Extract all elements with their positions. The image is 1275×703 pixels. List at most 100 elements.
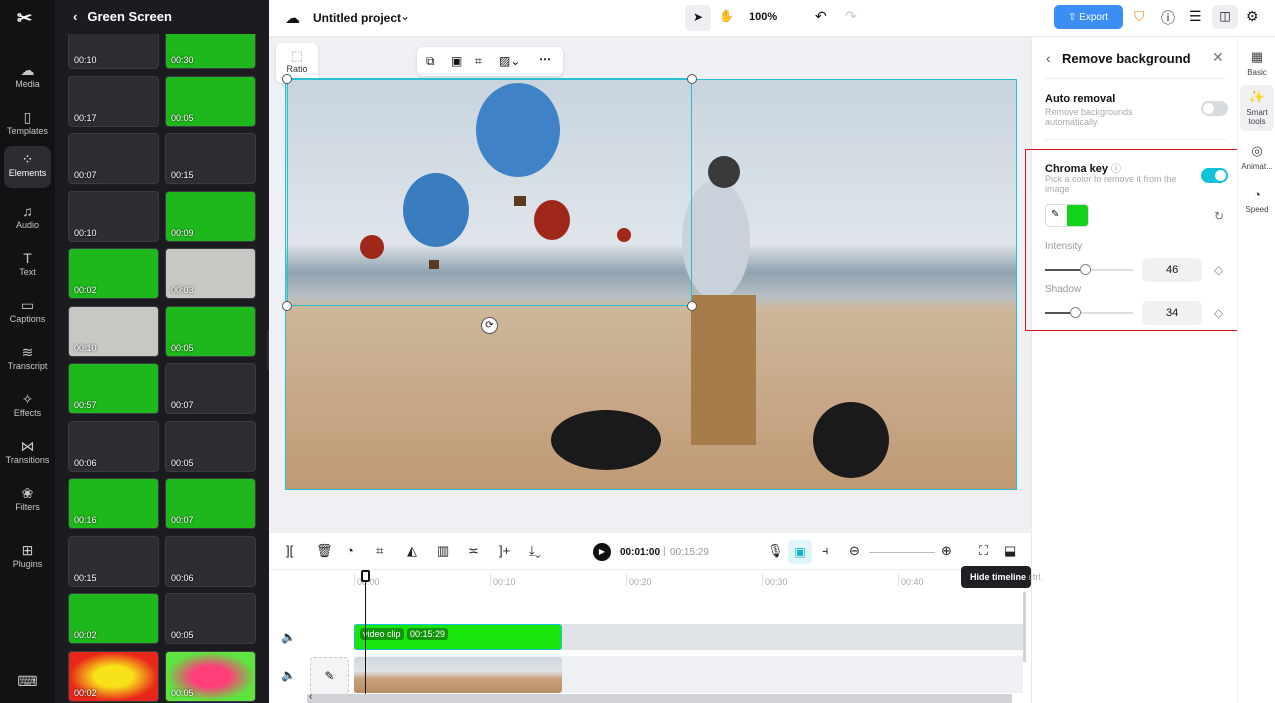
hide-timeline-icon[interactable]: ⬓: [1004, 543, 1016, 559]
green-screen-thumbnail[interactable]: 00:02: [68, 593, 159, 644]
playhead[interactable]: [361, 570, 370, 703]
crop-icon[interactable]: ⌗: [376, 543, 383, 559]
tab-animation[interactable]: ◎ Animat...: [1240, 139, 1274, 171]
green-screen-thumbnail[interactable]: 00:06: [68, 420, 159, 472]
nav-templates[interactable]: ▯ Templates: [4, 104, 51, 146]
align-icon[interactable]: ⫞: [822, 543, 829, 559]
crop-icon[interactable]: ⌗: [475, 54, 482, 69]
green-screen-thumbnail[interactable]: 00:10: [68, 305, 159, 357]
keyframe-icon[interactable]: ◇: [1214, 306, 1223, 320]
green-screen-thumbnail[interactable]: 00:05: [165, 305, 256, 357]
cover-edit-button[interactable]: ✎: [310, 657, 349, 695]
green-screen-thumbnail[interactable]: 00:15: [165, 133, 256, 184]
detach-audio-icon[interactable]: ≍: [468, 543, 479, 559]
layers-icon[interactable]: ☰: [1189, 8, 1202, 25]
select-tool-icon[interactable]: ➤: [685, 5, 711, 31]
split-icon[interactable]: ][: [286, 543, 293, 558]
layout-icon[interactable]: ◫: [1212, 5, 1238, 29]
tab-basic[interactable]: ▦ Basic: [1240, 45, 1274, 77]
more-icon[interactable]: ⋯: [539, 52, 551, 66]
green-screen-thumbnail[interactable]: 00:02: [68, 650, 159, 702]
project-name[interactable]: Untitled project: [313, 11, 401, 25]
green-screen-thumbnail[interactable]: 00:06: [165, 535, 256, 587]
resize-handle[interactable]: [282, 301, 292, 311]
tab-smart-tools[interactable]: ✨ Smart tools: [1240, 85, 1274, 131]
keyframe-icon[interactable]: ◇: [1214, 263, 1223, 277]
scroll-left-icon[interactable]: ‹: [309, 691, 312, 702]
resize-handle[interactable]: [282, 74, 292, 84]
green-screen-thumbnail[interactable]: 00:02: [68, 248, 159, 299]
help-icon[interactable]: ⓘ: [1161, 8, 1175, 28]
green-screen-thumbnail[interactable]: 00:05: [165, 75, 256, 127]
vertical-scrollbar[interactable]: [1023, 592, 1026, 662]
horizontal-scrollbar[interactable]: ‹: [307, 691, 1012, 703]
audio-icon[interactable]: 🔈: [281, 630, 296, 644]
resize-handle[interactable]: [687, 301, 697, 311]
green-screen-thumbnail[interactable]: 00:57: [68, 363, 159, 414]
green-screen-thumbnail[interactable]: 00:09: [165, 190, 256, 242]
resize-handle[interactable]: [687, 74, 697, 84]
freeze-icon[interactable]: ▥: [437, 543, 449, 559]
download-icon[interactable]: ⤓⌄: [529, 543, 541, 559]
intensity-input[interactable]: 46: [1142, 258, 1202, 282]
nav-text[interactable]: T Text: [4, 245, 51, 287]
color-swatch[interactable]: [1067, 205, 1088, 226]
back-icon[interactable]: ‹: [1046, 50, 1051, 66]
auto-removal-toggle[interactable]: [1201, 101, 1228, 116]
green-screen-thumbnail[interactable]: 00:07: [165, 478, 256, 529]
split-add-icon[interactable]: ]+: [499, 543, 510, 558]
remove-bg-icon[interactable]: ▨⌄: [499, 54, 520, 68]
microphone-icon[interactable]: 🎙: [767, 543, 784, 559]
color-picker[interactable]: ✎: [1045, 204, 1089, 227]
nav-audio[interactable]: ♫ Audio: [4, 198, 51, 240]
replace-icon[interactable]: ⧉: [426, 54, 435, 69]
green-screen-thumbnail[interactable]: 00:16: [68, 478, 159, 529]
mask-icon[interactable]: ▣: [451, 54, 462, 68]
green-screen-thumbnail[interactable]: 00:07: [68, 133, 159, 184]
nav-filters[interactable]: ❀ Filters: [4, 480, 51, 522]
shadow-slider[interactable]: [1045, 307, 1133, 318]
settings-icon[interactable]: ⚙: [1246, 8, 1259, 25]
auto-snap-icon[interactable]: ▣: [788, 540, 812, 564]
shadow-input[interactable]: 34: [1142, 301, 1202, 325]
nav-effects[interactable]: ✧ Effects: [4, 386, 51, 428]
eyedropper-icon[interactable]: ✎: [1051, 209, 1059, 220]
chevron-down-icon[interactable]: ⌄: [400, 9, 410, 23]
audio-icon[interactable]: 🔈: [281, 668, 296, 682]
nav-plugins[interactable]: ⊞ Plugins: [4, 537, 51, 579]
play-button[interactable]: ▶: [593, 543, 611, 561]
green-screen-thumbnail[interactable]: 00:17: [68, 75, 159, 127]
close-icon[interactable]: ✕: [1212, 49, 1224, 66]
fullscreen-icon[interactable]: ⛶: [979, 543, 988, 559]
zoom-out-icon[interactable]: ⊖: [849, 543, 860, 559]
tab-speed[interactable]: ◔ Speed: [1240, 183, 1274, 214]
nav-elements[interactable]: ⁘ Elements: [4, 146, 51, 188]
chroma-key-toggle[interactable]: [1201, 168, 1228, 183]
nav-transitions[interactable]: ⋈ Transitions: [4, 433, 51, 475]
green-screen-thumbnail[interactable]: 00:05: [165, 593, 256, 644]
video-clip-green[interactable]: video clip 00:15:29: [354, 624, 562, 650]
reset-icon[interactable]: ↻: [1214, 209, 1224, 223]
green-screen-thumbnail[interactable]: 00:15: [68, 535, 159, 587]
green-screen-thumbnail[interactable]: 00:05: [165, 650, 256, 702]
back-icon[interactable]: ‹: [73, 9, 77, 24]
intensity-slider[interactable]: [1045, 264, 1133, 275]
timeline-zoom-slider[interactable]: [869, 552, 935, 553]
speed-icon[interactable]: ◔: [346, 543, 354, 558]
nav-transcript[interactable]: ≋ Transcript: [4, 339, 51, 381]
rotate-handle-icon[interactable]: ⟳: [481, 317, 498, 334]
green-screen-thumbnail[interactable]: 00:07: [165, 363, 256, 414]
main-video-clip[interactable]: [354, 657, 562, 693]
keyboard-shortcuts-button[interactable]: ⌨: [4, 668, 51, 694]
flip-icon[interactable]: ◭: [407, 543, 417, 559]
green-screen-thumbnail[interactable]: 00:03: [165, 248, 256, 299]
hand-tool-icon[interactable]: ✋: [719, 9, 734, 23]
export-button[interactable]: ⇧ Export: [1054, 5, 1123, 29]
selection-box[interactable]: [287, 78, 692, 306]
green-screen-thumbnail[interactable]: 00:10: [68, 190, 159, 242]
nav-captions[interactable]: ▭ Captions: [4, 292, 51, 334]
green-screen-thumbnail[interactable]: 00:05: [165, 420, 256, 472]
zoom-level[interactable]: 100%: [749, 11, 777, 23]
nav-media[interactable]: ☁ Media: [4, 57, 51, 99]
undo-icon[interactable]: ↶: [815, 8, 827, 25]
